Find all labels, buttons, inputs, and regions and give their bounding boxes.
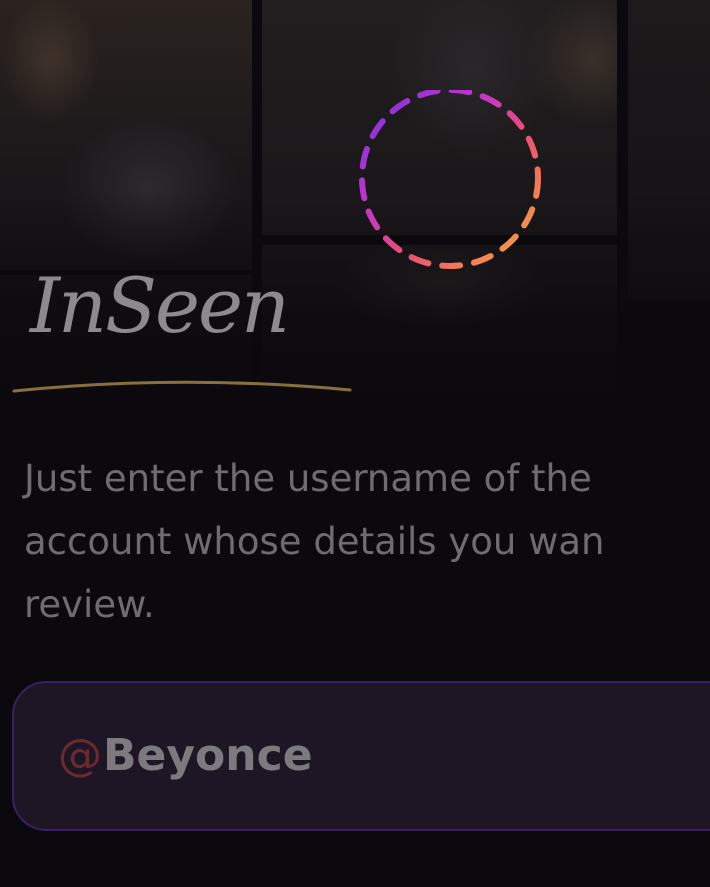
instruction-line: review.: [24, 583, 155, 626]
logo-underline: [12, 380, 352, 393]
instruction-line: account whose details you wan: [24, 520, 605, 563]
instruction-text: Just enter the username of the account w…: [24, 447, 710, 636]
loading-ring-icon: [359, 90, 541, 269]
app-screen: InSeen Just enter the username of the ac…: [0, 0, 710, 887]
username-input[interactable]: [103, 726, 663, 786]
instruction-line: Just enter the username of the: [24, 457, 592, 500]
at-prefix-icon: @: [58, 730, 102, 781]
app-logo: InSeen: [30, 261, 290, 350]
